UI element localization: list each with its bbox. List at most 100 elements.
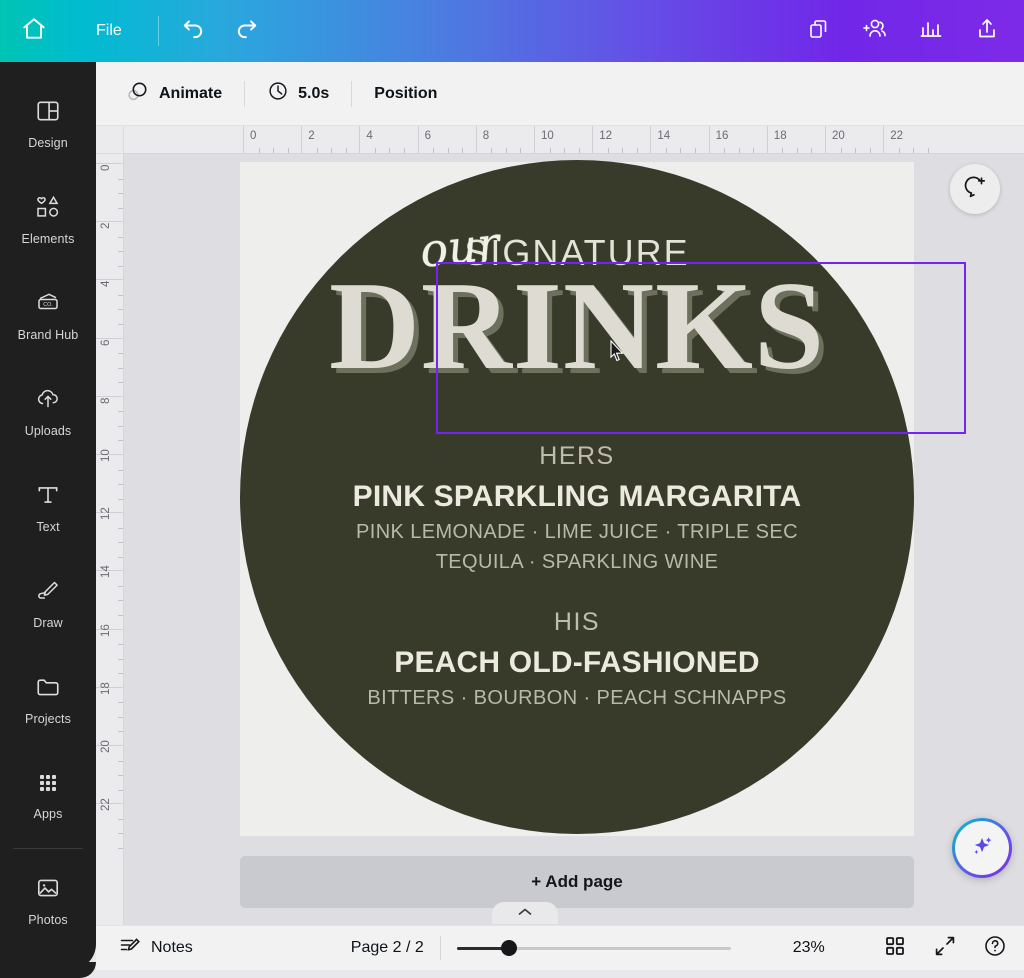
- zoom-slider[interactable]: [456, 939, 731, 957]
- his-heading[interactable]: HIS: [240, 608, 914, 637]
- ruler-v-label: 12: [100, 507, 112, 521]
- sidebar-item-elements[interactable]: Elements: [0, 172, 96, 268]
- add-comment-button[interactable]: [950, 164, 1000, 214]
- animate-button[interactable]: Animate: [114, 72, 234, 115]
- sidebar-item-draw[interactable]: Draw: [0, 556, 96, 652]
- topbar-actions: [802, 14, 1004, 48]
- sidebar-item-uploads[interactable]: Uploads: [0, 364, 96, 460]
- undo-button[interactable]: [173, 11, 213, 51]
- ruler-h-label: 20: [832, 130, 845, 142]
- vertical-ruler[interactable]: 0 2 4 6 8 10 12 14 16 18 20 22: [96, 154, 124, 940]
- ruler-h-label: 14: [657, 130, 671, 142]
- bottombar-actions: [880, 933, 1010, 963]
- sidebar-item-brand-hub[interactable]: CO. Brand Hub: [0, 268, 96, 364]
- folder-icon: [35, 674, 61, 705]
- photos-image-icon: [35, 875, 61, 906]
- draw-pen-icon: [34, 578, 62, 609]
- sidebar-item-text[interactable]: Text: [0, 460, 96, 556]
- sidebar-item-apps[interactable]: Apps: [0, 748, 96, 844]
- ruler-h-label: 18: [773, 130, 787, 142]
- redo-button[interactable]: [227, 11, 267, 51]
- ruler-v-tick: 4: [96, 279, 123, 337]
- drinks-text[interactable]: DRINKS: [240, 264, 914, 390]
- ruler-v-label: 18: [100, 682, 112, 695]
- ruler-v-tick: 18: [96, 682, 123, 745]
- ruler-h-label: 0: [250, 130, 257, 142]
- ruler-v-label: 8: [100, 397, 112, 404]
- top-bar: File: [0, 0, 1024, 62]
- ruler-v-label: 16: [100, 623, 112, 637]
- notes-icon: [118, 934, 142, 963]
- toolbar-divider: [351, 80, 353, 107]
- ruler-h-label: 8: [482, 130, 490, 142]
- add-page-button[interactable]: + Add page: [240, 856, 914, 908]
- ruler-h-tick: 18: [766, 126, 825, 153]
- add-collaborator-button[interactable]: [858, 14, 892, 48]
- ruler-h-tick: 20: [825, 126, 883, 153]
- hers-ingredients-line2[interactable]: TEQUILA · SPARKLING WINE: [240, 548, 914, 577]
- ruler-v-tick: 12: [96, 507, 123, 570]
- sidebar-item-photos[interactable]: Photos: [0, 853, 96, 949]
- notes-button[interactable]: Notes: [110, 928, 201, 969]
- add-comment-icon: [962, 174, 988, 205]
- topbar-divider: [157, 16, 159, 46]
- share-icon: [975, 17, 999, 46]
- sidebar-item-label: Uploads: [24, 424, 72, 438]
- ruler-v-label: 2: [100, 222, 112, 230]
- collapse-panel-button[interactable]: [492, 902, 558, 924]
- magic-button-inner: [955, 821, 1009, 875]
- magic-studio-button[interactable]: [952, 818, 1012, 878]
- ruler-h-tick: 10: [534, 126, 592, 153]
- sidebar-item-projects[interactable]: Projects: [0, 652, 96, 748]
- position-button[interactable]: Position: [362, 78, 449, 110]
- help-button[interactable]: [980, 933, 1010, 963]
- ruler-v-label: 20: [100, 740, 112, 753]
- page-indicator[interactable]: Page 2 / 2: [351, 939, 424, 957]
- duplicate-pages-icon: [807, 17, 831, 46]
- brand-hub-icon: CO.: [34, 290, 62, 321]
- magic-sparkles-icon: [967, 831, 997, 866]
- his-title[interactable]: PEACH OLD-FASHIONED: [240, 646, 914, 680]
- duration-button[interactable]: 5.0s: [255, 73, 341, 114]
- share-button[interactable]: [970, 14, 1004, 48]
- hers-ingredients-line1[interactable]: PINK LEMONADE · LIME JUICE · TRIPLE SEC: [240, 518, 914, 547]
- ruler-h-label: 22: [890, 130, 903, 142]
- horizontal-ruler[interactable]: 0 2 4 6 8 10 12 14 16 18 20 22: [124, 126, 1024, 154]
- design-page[interactable]: SIGNATURE our DRINKS HERS PINK SPARKLING…: [240, 160, 966, 836]
- fullscreen-button[interactable]: [930, 933, 960, 963]
- hers-heading[interactable]: HERS: [240, 442, 914, 471]
- notes-label: Notes: [151, 939, 193, 956]
- his-ingredients-line1[interactable]: BITTERS · BOURBON · PEACH SCHNAPPS: [240, 684, 914, 713]
- ruler-h-label: 10: [541, 130, 554, 142]
- toolbar-divider: [244, 80, 246, 107]
- sidebar-item-label: Projects: [25, 712, 71, 726]
- animate-circles-icon: [126, 79, 150, 108]
- canva-editor-window: File Design Elements CO. Brand Hub Uploa…: [0, 0, 1024, 978]
- canvas-area[interactable]: SIGNATURE our DRINKS HERS PINK SPARKLING…: [124, 154, 1024, 940]
- hers-title[interactable]: PINK SPARKLING MARGARITA: [240, 480, 914, 514]
- ruler-v-label: 10: [100, 449, 112, 462]
- help-icon: [983, 934, 1007, 963]
- redo-icon: [233, 15, 261, 48]
- svg-text:CO.: CO.: [43, 302, 53, 308]
- animate-label: Animate: [159, 84, 223, 102]
- zoom-level-label[interactable]: 23%: [777, 939, 825, 957]
- duplicate-pages-button[interactable]: [802, 14, 836, 48]
- ruler-h-tick: 16: [708, 126, 767, 153]
- ruler-v-tick: 2: [96, 221, 123, 279]
- upload-cloud-icon: [34, 386, 62, 417]
- file-menu-button[interactable]: File: [84, 16, 134, 46]
- home-button[interactable]: [12, 9, 56, 53]
- ruler-v-label: 4: [100, 280, 112, 288]
- zoom-slider-handle[interactable]: [500, 940, 517, 956]
- sidebar-item-design[interactable]: Design: [0, 76, 96, 172]
- ruler-v-label: 6: [100, 339, 112, 346]
- mouse-cursor: [610, 339, 626, 367]
- sidebar-bottom-edge: [0, 962, 96, 978]
- design-circle-shape[interactable]: SIGNATURE our DRINKS HERS PINK SPARKLING…: [240, 160, 914, 834]
- insights-button[interactable]: [914, 14, 948, 48]
- grid-view-icon: [884, 935, 906, 962]
- grid-view-button[interactable]: [880, 933, 910, 963]
- insights-icon: [919, 17, 943, 46]
- ruler-h-label: 2: [308, 130, 315, 142]
